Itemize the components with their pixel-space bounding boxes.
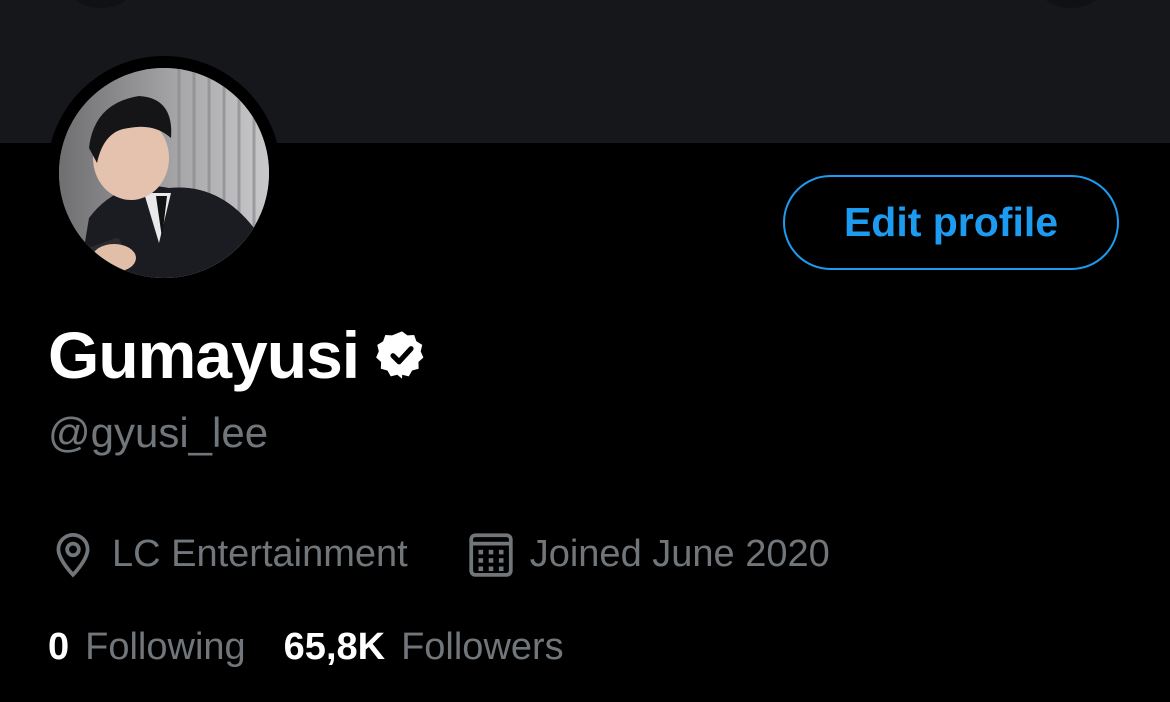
calendar-icon: [469, 533, 513, 577]
follow-stats: 0 Following 65,8K Followers: [48, 622, 564, 672]
joined-date-text: Joined June 2020: [529, 532, 830, 575]
following-label: Following: [85, 625, 246, 668]
followers-link[interactable]: 65,8K Followers: [284, 626, 564, 669]
profile-meta: LC Entertainment Joined June 2020: [48, 526, 830, 582]
name-row: Gumayusi: [48, 318, 429, 392]
verified-badge-icon[interactable]: [375, 328, 429, 382]
back-button-edge[interactable]: [70, 0, 132, 8]
more-button-edge[interactable]: [1040, 0, 1102, 8]
display-name: Gumayusi: [48, 318, 360, 392]
followers-count: 65,8K: [283, 625, 386, 668]
followers-label: Followers: [401, 625, 564, 668]
following-link[interactable]: 0 Following: [48, 626, 246, 669]
location-text: LC Entertainment: [112, 532, 408, 575]
profile-page: Edit profile Gumayusi @gyusi_lee LC Ente…: [0, 0, 1170, 702]
location-item: LC Entertainment: [48, 529, 408, 579]
edit-profile-button[interactable]: Edit profile: [783, 175, 1119, 270]
joined-item: Joined June 2020: [466, 529, 830, 579]
username-handle: @gyusi_lee: [48, 409, 269, 456]
avatar[interactable]: [59, 68, 269, 278]
location-pin-icon: [56, 533, 90, 578]
following-count: 0: [48, 625, 70, 668]
